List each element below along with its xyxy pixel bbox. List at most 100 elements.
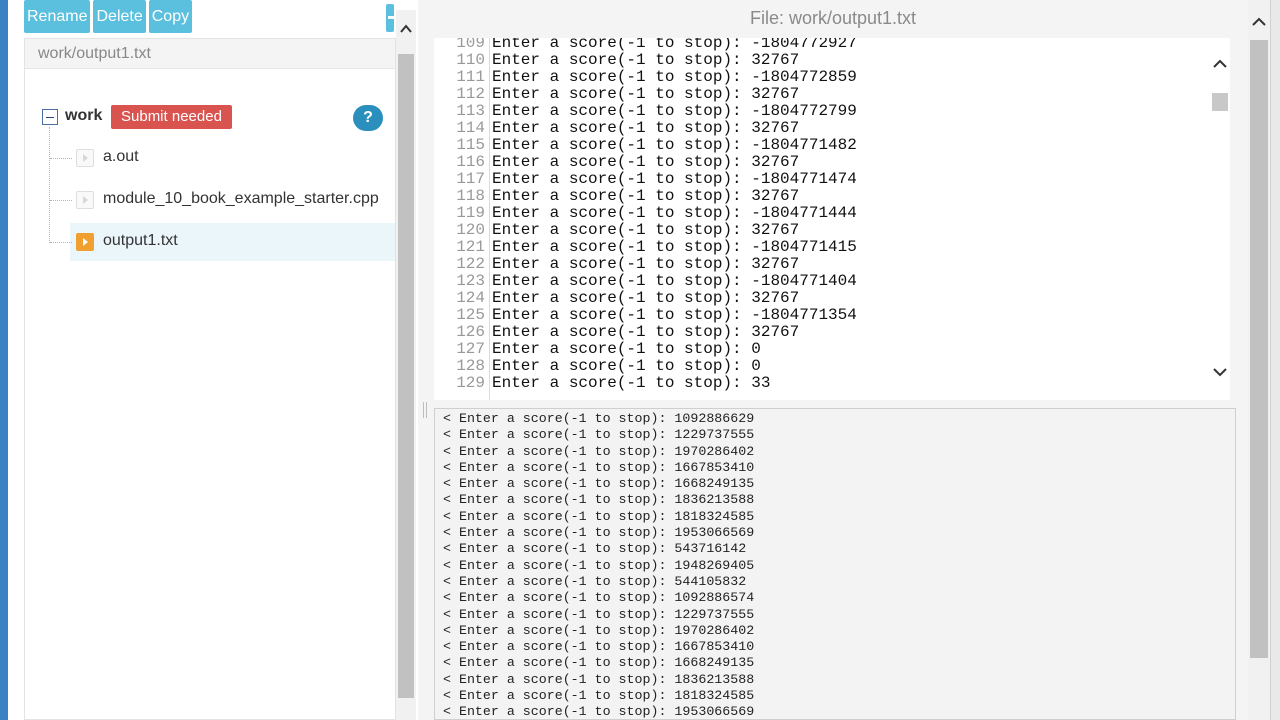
line-number: 121 [456,238,485,256]
line-number: 116 [456,153,485,171]
rename-button[interactable]: Rename [24,0,91,33]
line-number: 110 [456,51,485,69]
app-window: Rename Delete Copy work/output1.txt work… [0,0,1280,720]
folder-label[interactable]: work [65,107,102,125]
line-text: Enter a score(-1 to stop): -1804772927 [492,38,857,52]
chevron-up-icon[interactable] [399,22,413,36]
line-text: Enter a score(-1 to stop): -1804771444 [492,204,857,222]
submit-needed-badge: Submit needed [111,105,232,129]
code-editor[interactable]: 109 Enter a score(-1 to stop): -180477292… [434,38,1230,400]
current-path: work/output1.txt [25,39,395,69]
line-number: 113 [456,102,485,120]
copy-button[interactable]: Copy [148,0,193,33]
tree-file-a-out[interactable]: a.out [25,139,395,177]
line-number: 120 [456,221,485,239]
line-number: 123 [456,272,485,290]
terminal-line: < Enter a score(-1 to stop): 1970286402 [443,443,755,459]
line-text: Enter a score(-1 to stop): 0 [492,357,761,375]
line-text: Enter a score(-1 to stop): 32767 [492,255,800,273]
line-text: Enter a score(-1 to stop): 32767 [492,221,800,239]
line-text: Enter a score(-1 to stop): 32767 [492,51,800,69]
line-text: Enter a score(-1 to stop): -1804771354 [492,306,857,324]
tree-folder-work[interactable]: work Submit needed ? [25,105,395,133]
line-text: Enter a score(-1 to stop): -1804771482 [492,136,857,154]
scroll-thumb[interactable] [1250,40,1268,658]
file-label[interactable]: module_10_book_example_starter.cpp [103,190,379,208]
help-icon[interactable]: ? [353,105,383,131]
terminal-line: < Enter a score(-1 to stop): 1836213588 [443,671,755,687]
chevron-up-icon[interactable] [1212,56,1228,72]
line-number: 127 [456,340,485,358]
terminal-line: < Enter a score(-1 to stop): 1953066569 [443,704,755,720]
tree-file-module-cpp[interactable]: module_10_book_example_starter.cpp [25,181,395,219]
editor-region: File: work/output1.txt 109 Enter a score(… [418,0,1248,720]
terminal-lines: < Enter a score(-1 to stop): 1092886629 <… [443,411,755,720]
terminal-line: < Enter a score(-1 to stop): 1953066569 [443,525,755,541]
terminal-line: < Enter a score(-1 to stop): 1667853410 [443,639,755,655]
terminal-line: < Enter a score(-1 to stop): 543716142 [443,541,747,557]
editor-scrollbar[interactable] [1210,38,1230,400]
line-text: Enter a score(-1 to stop): -1804771415 [492,238,857,256]
minus-icon[interactable] [42,109,58,125]
terminal-line: < Enter a score(-1 to stop): 1229737555 [443,606,755,622]
line-number: 114 [456,119,485,137]
scroll-thumb[interactable] [1212,93,1228,111]
line-text: Enter a score(-1 to stop): -1804771404 [492,272,857,290]
line-number: 115 [456,136,485,154]
terminal-line: < Enter a score(-1 to stop): 1970286402 [443,622,755,638]
left-edge-bar [0,0,8,720]
line-text: Enter a score(-1 to stop): 32767 [492,187,800,205]
file-tree: work Submit needed ? a.out module_10_boo… [25,69,395,709]
terminal-line: < Enter a score(-1 to stop): 1836213588 [443,492,755,508]
window-edge [1270,0,1280,720]
line-text: Enter a score(-1 to stop): 32767 [492,323,800,341]
chevron-up-icon[interactable] [1251,14,1267,30]
terminal-line: < Enter a score(-1 to stop): 1667853410 [443,459,755,475]
line-text: Enter a score(-1 to stop): 32767 [492,153,800,171]
file-icon [76,149,94,167]
tree-connector [50,200,72,201]
line-text: Enter a score(-1 to stop): 32767 [492,85,800,103]
file-icon [76,191,94,209]
terminal-output: < Enter a score(-1 to stop): 1092886629 <… [434,408,1236,720]
terminal-line: < Enter a score(-1 to stop): 1092886574 [443,590,755,606]
terminal-line: < Enter a score(-1 to stop): 544105832 [443,573,747,589]
file-label[interactable]: output1.txt [103,232,178,250]
terminal-line: < Enter a score(-1 to stop): 1229737555 [443,427,755,443]
terminal-line: < Enter a score(-1 to stop): 1948269405 [443,557,755,573]
line-number: 125 [456,306,485,324]
tree-connector [50,242,72,243]
line-number: 128 [456,357,485,375]
terminal-line: < Enter a score(-1 to stop): 1092886629 [443,411,755,426]
line-text: Enter a score(-1 to stop): 32767 [492,289,800,307]
line-number: 126 [456,323,485,341]
line-number: 119 [456,204,485,222]
line-text: Enter a score(-1 to stop): -1804772859 [492,68,857,86]
terminal-line: < Enter a score(-1 to stop): 1818324585 [443,688,755,704]
line-number: 112 [456,85,485,103]
tree-file-output1-txt[interactable]: output1.txt [50,223,395,261]
line-number: 118 [456,187,485,205]
line-number: 117 [456,170,485,188]
file-tree-panel: work/output1.txt work Submit needed ? a.… [24,38,396,720]
line-number: 124 [456,289,485,307]
line-text: Enter a score(-1 to stop): 0 [492,340,761,358]
resize-handle[interactable] [420,400,432,420]
line-number: 122 [456,255,485,273]
page-scrollbar[interactable] [1248,0,1270,720]
line-text: Enter a score(-1 to stop): -1804771474 [492,170,857,188]
file-icon [76,233,94,251]
line-text: Enter a score(-1 to stop): -1804772799 [492,102,857,120]
scroll-thumb[interactable] [398,54,414,698]
line-text: Enter a score(-1 to stop): 32767 [492,119,800,137]
left-panel-scrollbar[interactable] [396,10,416,720]
delete-button[interactable]: Delete [93,0,146,33]
chevron-down-icon[interactable] [1212,364,1228,380]
line-text: Enter a score(-1 to stop): 33 [492,374,771,392]
terminal-line: < Enter a score(-1 to stop): 1668249135 [443,655,755,671]
collapse-panel-toggle[interactable] [386,4,394,32]
file-label[interactable]: a.out [103,148,139,166]
terminal-line: < Enter a score(-1 to stop): 1668249135 [443,476,755,492]
line-number: 111 [456,68,485,86]
terminal-line: < Enter a score(-1 to stop): 1818324585 [443,508,755,524]
